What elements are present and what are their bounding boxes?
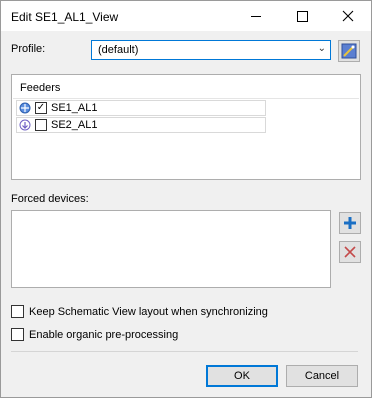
- feeder-label: SE1_AL1: [51, 102, 98, 114]
- organic-preprocessing-checkbox[interactable]: [11, 328, 24, 341]
- profile-selected-value: (default): [98, 44, 139, 56]
- remove-device-button[interactable]: [339, 241, 361, 263]
- keep-layout-label: Keep Schematic View layout when synchron…: [29, 306, 268, 318]
- maximize-icon: [296, 10, 308, 22]
- plus-icon: [344, 217, 356, 229]
- feeders-header: Feeders: [13, 76, 359, 99]
- magic-wand-icon: [341, 43, 357, 59]
- add-device-button[interactable]: [339, 212, 361, 234]
- feeder-row-se1-al1[interactable]: ✓ SE1_AL1: [16, 100, 266, 116]
- minimize-icon: [251, 15, 261, 17]
- feeder-row-se2-al1[interactable]: SE2_AL1: [16, 117, 266, 133]
- edit-profile-button[interactable]: [338, 40, 360, 62]
- feeder-node-icon: [19, 119, 31, 131]
- close-button[interactable]: [325, 1, 371, 31]
- feeders-header-label: Feeders: [20, 82, 61, 94]
- title-bar: Edit SE1_AL1_View: [1, 1, 371, 31]
- remove-icon: [344, 246, 356, 258]
- keep-layout-checkbox[interactable]: [11, 305, 24, 318]
- forced-devices-list[interactable]: [11, 210, 331, 288]
- ok-button[interactable]: OK: [206, 365, 278, 387]
- divider: [11, 351, 358, 352]
- profile-label: Profile:: [11, 43, 46, 55]
- minimize-button[interactable]: [233, 1, 279, 31]
- feeder-node-icon: [19, 102, 31, 114]
- window-title: Edit SE1_AL1_View: [11, 10, 119, 24]
- feeders-list: Feeders ✓ SE1_AL1 SE2_AL1: [11, 74, 361, 180]
- profile-select[interactable]: (default) ⌄: [91, 40, 331, 60]
- cancel-button[interactable]: Cancel: [286, 365, 358, 387]
- forced-devices-label: Forced devices:: [11, 193, 89, 205]
- feeder-checkbox[interactable]: [35, 119, 47, 131]
- close-icon: [342, 10, 354, 22]
- organic-preprocessing-label: Enable organic pre-processing: [29, 329, 179, 341]
- chevron-down-icon: ⌄: [317, 43, 326, 54]
- feeder-label: SE2_AL1: [51, 119, 98, 131]
- maximize-button[interactable]: [279, 1, 325, 31]
- feeder-checkbox[interactable]: ✓: [35, 102, 47, 114]
